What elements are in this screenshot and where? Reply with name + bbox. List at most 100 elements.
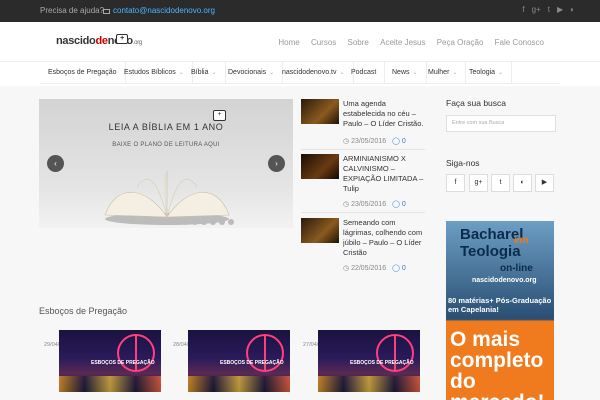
- main-nav: Home Cursos Sobre Aceite Jesus Peça Oraç…: [269, 38, 544, 47]
- facebook-icon[interactable]: f: [522, 5, 524, 14]
- slider-dot[interactable]: [219, 219, 225, 225]
- divider: [301, 212, 425, 213]
- nav-fale-conosco[interactable]: Fale Conosco: [495, 38, 544, 47]
- slider-dot[interactable]: [201, 219, 207, 225]
- facebook-button[interactable]: f: [446, 174, 465, 192]
- rss-icon[interactable]: ◐: [570, 5, 575, 14]
- post-title[interactable]: Uma agenda estabelecida no céu – Paulo –…: [343, 99, 425, 129]
- post-title[interactable]: Semeando com lágrimas, colhendo com júbi…: [343, 218, 425, 258]
- chevron-down-icon: ⌄: [211, 70, 217, 76]
- course-ad-banner[interactable]: Bacharel em Teologia on-line nascidodeno…: [446, 221, 554, 400]
- nav-home[interactable]: Home: [278, 38, 299, 47]
- logo-part1: nascido: [56, 35, 96, 47]
- post-date: 23/05/2016: [351, 138, 387, 145]
- subnav-mulher[interactable]: Mulher ⌄: [420, 62, 467, 84]
- city-lights: [59, 376, 161, 392]
- slider-subtitle: BAIXE O PLANO DE LEITURA AQUI: [112, 142, 220, 148]
- slider-dot[interactable]: [192, 219, 198, 225]
- comment-count[interactable]: ◯ 0: [392, 201, 406, 208]
- hero-slider[interactable]: LEIA A BÍBLIA EM 1 ANO + BAIXE O PLANO D…: [39, 99, 293, 228]
- nav-peca-oracao[interactable]: Peça Oração: [437, 38, 484, 47]
- slider-dots: [174, 212, 237, 228]
- ad-line3: on-line: [500, 263, 533, 274]
- subnav-label: Mulher: [428, 69, 450, 76]
- city-lights: [318, 376, 420, 392]
- comment-count-value: 0: [401, 265, 406, 272]
- city-lights: [188, 376, 290, 392]
- subnav-label: Esboços de Pregação: [48, 69, 117, 76]
- email-link[interactable]: contato@nascidodenovo.org: [103, 6, 215, 15]
- subnav-label: Podcast: [351, 69, 377, 76]
- chevron-down-icon: ⌄: [452, 70, 458, 76]
- subnav-label: News: [392, 69, 410, 76]
- ad-line6: O mais completo do mercado!: [450, 328, 545, 400]
- ad-line2: Teologia: [460, 243, 521, 260]
- email-text: contato@nascidodenovo.org: [113, 6, 215, 15]
- comment-count-value: 0: [401, 201, 406, 208]
- logo-tld: .org: [132, 40, 142, 46]
- sermon-card[interactable]: ESBOÇOS DE PREGAÇÃO: [188, 330, 290, 392]
- search-input[interactable]: Entre com sua Busca: [446, 115, 556, 132]
- twitter-button[interactable]: t: [491, 174, 510, 192]
- nav-sobre[interactable]: Sobre: [348, 38, 369, 47]
- logo-plus-icon: +: [116, 34, 128, 44]
- post-date: 22/05/2016: [351, 265, 387, 272]
- youtube-button[interactable]: ▶: [535, 174, 554, 192]
- subnav-tv[interactable]: nascidodenovo.tv ⌄: [274, 62, 354, 84]
- slider-dot[interactable]: [228, 219, 234, 225]
- top-bar: Precisa de ajuda? contato@nascidodenovo.…: [0, 0, 600, 22]
- ad-line5: 80 matérias+ Pós-Graduação em Capelania!: [448, 296, 552, 314]
- section-title: Esboços de Pregação: [39, 306, 128, 316]
- post-meta: ◷ 23/05/2016 ◯ 0: [343, 138, 406, 145]
- site-header: nascidodenovo.org + Home Cursos Sobre Ac…: [0, 22, 600, 62]
- help-text: Precisa de ajuda?: [40, 6, 105, 15]
- logo-part2: de: [95, 35, 108, 47]
- comment-count[interactable]: ◯ 0: [392, 138, 406, 145]
- comment-count[interactable]: ◯ 0: [392, 265, 406, 272]
- google-plus-icon[interactable]: g+: [532, 5, 541, 14]
- subnav-estudos[interactable]: Estudos Bíblicos ⌄: [116, 62, 193, 84]
- social-widget: Siga-nos: [446, 158, 556, 168]
- rss-button[interactable]: ◐: [513, 174, 532, 192]
- envelope-icon: [103, 9, 110, 14]
- subnav-label: Devocionais: [228, 69, 267, 76]
- post-thumbnail[interactable]: [301, 154, 339, 179]
- post-thumbnail[interactable]: [301, 218, 339, 243]
- post-meta: ◷ 22/05/2016 ◯ 0: [343, 265, 406, 272]
- slider-dot[interactable]: [210, 219, 216, 225]
- twitter-icon[interactable]: t: [548, 5, 550, 14]
- post-title[interactable]: ARMINIANISMO X CALVINISMO – EXPIAÇÃO LIM…: [343, 154, 425, 194]
- search-title: Faça sua busca: [446, 98, 507, 108]
- site-logo[interactable]: nascidodenovo.org +: [56, 34, 142, 47]
- card-label: ESBOÇOS DE PREGAÇÃO: [220, 360, 284, 366]
- post-date: 23/05/2016: [351, 201, 387, 208]
- card-label: ESBOÇOS DE PREGAÇÃO: [91, 360, 155, 366]
- nav-aceite-jesus[interactable]: Aceite Jesus: [380, 38, 425, 47]
- post-thumbnail[interactable]: [301, 99, 339, 124]
- social-title: Siga-nos: [446, 158, 480, 168]
- subnav-label: Bíblia: [191, 69, 209, 76]
- top-social-icons: f g+ t ▶ ◐: [515, 5, 575, 14]
- comment-count-value: 0: [401, 138, 406, 145]
- card-label: ESBOÇOS DE PREGAÇÃO: [350, 360, 414, 366]
- subnav-esbocos[interactable]: Esboços de Pregação: [40, 62, 126, 84]
- subnav-podcast[interactable]: Podcast: [343, 62, 386, 84]
- chevron-down-icon: ⌄: [498, 70, 504, 76]
- sermon-card[interactable]: ESBOÇOS DE PREGAÇÃO: [318, 330, 420, 392]
- ferris-wheel-image: [376, 334, 414, 372]
- slider-dot[interactable]: [183, 219, 189, 225]
- youtube-icon[interactable]: ▶: [557, 5, 563, 14]
- subnav-label: Estudos Bíblicos: [124, 69, 176, 76]
- nav-cursos[interactable]: Cursos: [311, 38, 336, 47]
- google-plus-button[interactable]: g+: [469, 174, 488, 192]
- sermon-card[interactable]: ESBOÇOS DE PREGAÇÃO: [59, 330, 161, 392]
- subnav-teologia[interactable]: Teologia ⌄: [461, 62, 513, 84]
- slider-next-button[interactable]: ›: [268, 155, 285, 172]
- slider-prev-button[interactable]: ‹: [47, 155, 64, 172]
- post-meta: ◷ 23/05/2016 ◯ 0: [343, 201, 406, 208]
- search-widget: Faça sua busca: [446, 98, 556, 108]
- slider-title: LEIA A BÍBLIA EM 1 ANO: [108, 122, 224, 132]
- slider-dot[interactable]: [174, 219, 180, 225]
- category-nav: Esboços de Pregação Estudos Bíblicos ⌄ Bí…: [40, 62, 560, 84]
- plus-bubble-icon: +: [213, 110, 226, 121]
